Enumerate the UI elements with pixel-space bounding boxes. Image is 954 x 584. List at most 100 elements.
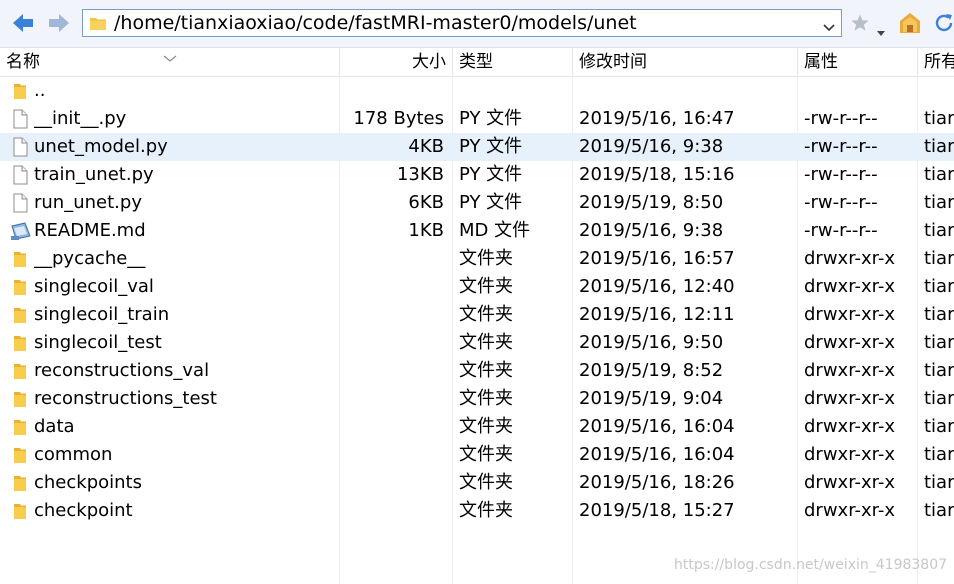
file-type: 文件夹 (459, 416, 513, 437)
column-type[interactable]: 类型 (453, 48, 573, 76)
file-list: 名称 大小 类型 修改时间 属性 所有 .. __init__.py 178 Byt… (0, 48, 954, 584)
file-owner: tiar (924, 472, 954, 493)
folder-icon (10, 249, 30, 269)
file-name: checkpoint (34, 500, 133, 521)
file-attributes: drwxr-xr-x (804, 500, 895, 521)
file-row[interactable]: __init__.py 178 Bytes PY 文件 2019/5/16, 16:4… (0, 105, 954, 133)
address-path[interactable]: /home/tianxiaoxiao/code/fastMRI-master0/… (114, 12, 637, 34)
caret-down-icon[interactable] (877, 21, 885, 36)
folder-icon (89, 14, 107, 32)
forward-arrow-icon[interactable] (46, 10, 72, 36)
folder-icon (10, 305, 30, 325)
file-size: 1KB (408, 220, 444, 241)
file-row[interactable]: train_unet.py 13KB PY 文件 2019/5/18, 15:16 -r… (0, 161, 954, 189)
file-attributes: drwxr-xr-x (804, 304, 895, 325)
file-row[interactable]: __pycache__ 文件夹 2019/5/16, 16:57 drwxr-xr-x… (0, 245, 954, 273)
file-type (459, 77, 572, 105)
file-row[interactable]: run_unet.py 6KB PY 文件 2019/5/19, 8:50 -rw-r-… (0, 189, 954, 217)
file-owner: tiar (924, 248, 954, 269)
home-icon[interactable] (898, 12, 922, 34)
file-attributes: drwxr-xr-x (804, 388, 895, 409)
file-row[interactable]: checkpoint 文件夹 2019/5/18, 15:27 drwxr-xr-x t… (0, 497, 954, 525)
file-type: 文件夹 (459, 276, 513, 297)
chevron-down-icon[interactable] (823, 18, 835, 32)
refresh-icon[interactable] (933, 12, 954, 34)
file-type: MD 文件 (459, 220, 531, 241)
file-modified: 2019/5/19, 9:04 (579, 388, 724, 409)
file-modified: 2019/5/16, 9:38 (579, 136, 724, 157)
file-attributes: drwxr-xr-x (804, 248, 895, 269)
file-row[interactable]: singlecoil_test 文件夹 2019/5/16, 9:50 drwxr-x… (0, 329, 954, 357)
file-attributes (804, 77, 916, 105)
file-owner (924, 77, 954, 105)
file-row[interactable]: unet_model.py 4KB PY 文件 2019/5/16, 9:38 -rw-… (0, 133, 954, 161)
file-size (340, 385, 446, 413)
file-modified: 2019/5/19, 8:52 (579, 360, 724, 381)
file-name: data (34, 416, 75, 437)
file-size (340, 301, 446, 329)
file-owner: tiar (924, 192, 954, 213)
file-attributes: -rw-r--r-- (804, 136, 878, 157)
file-attributes: -rw-r--r-- (804, 220, 878, 241)
folder-icon (10, 361, 30, 381)
file-name: reconstructions_test (34, 388, 217, 409)
file-owner: tiar (924, 276, 954, 297)
file-attributes: drwxr-xr-x (804, 360, 895, 381)
file-type: 文件夹 (459, 360, 513, 381)
parent-folder-icon (10, 81, 30, 101)
file-row[interactable]: singlecoil_val 文件夹 2019/5/16, 12:40 drwxr-x… (0, 273, 954, 301)
file-name: singlecoil_train (34, 304, 170, 325)
folder-icon (10, 333, 30, 353)
file-row[interactable]: checkpoints 文件夹 2019/5/16, 18:26 drwxr-xr-x… (0, 469, 954, 497)
file-modified: 2019/5/16, 18:26 (579, 472, 735, 493)
file-row[interactable]: reconstructions_test 文件夹 2019/5/19, 9:04 dr… (0, 385, 954, 413)
file-size (340, 77, 446, 105)
file-attributes: drwxr-xr-x (804, 472, 895, 493)
file-modified (579, 77, 796, 105)
file-name: checkpoints (34, 472, 142, 493)
file-owner: tiar (924, 164, 954, 185)
file-type: 文件夹 (459, 444, 513, 465)
file-row[interactable]: data 文件夹 2019/5/16, 16:04 drwxr-xr-x tiar (0, 413, 954, 441)
file-attributes: drwxr-xr-x (804, 416, 895, 437)
file-attributes: drwxr-xr-x (804, 444, 895, 465)
address-bar[interactable]: /home/tianxiaoxiao/code/fastMRI-master0/… (82, 9, 842, 37)
file-name: unet_model.py (34, 136, 168, 157)
file-modified: 2019/5/16, 16:04 (579, 444, 735, 465)
file-modified: 2019/5/16, 9:50 (579, 332, 724, 353)
file-size (340, 245, 446, 273)
star-icon[interactable] (850, 13, 870, 33)
parent-directory-row[interactable]: .. (0, 77, 954, 105)
file-row[interactable]: common 文件夹 2019/5/16, 16:04 drwxr-xr-x tiar (0, 441, 954, 469)
file-modified: 2019/5/16, 12:40 (579, 276, 735, 297)
file-size (340, 441, 446, 469)
file-name: run_unet.py (34, 192, 142, 213)
file-row[interactable]: README.md 1KB MD 文件 2019/5/16, 9:38 -rw-r--r… (0, 217, 954, 245)
file-icon (10, 109, 30, 129)
folder-icon (10, 501, 30, 521)
file-name: reconstructions_val (34, 360, 210, 381)
file-size (340, 413, 446, 441)
file-icon (10, 137, 30, 157)
file-icon (10, 165, 30, 185)
file-size (340, 357, 446, 385)
column-attributes[interactable]: 属性 (798, 48, 918, 76)
file-modified: 2019/5/16, 16:57 (579, 248, 735, 269)
file-attributes: drwxr-xr-x (804, 332, 895, 353)
sort-indicator-icon (163, 48, 177, 62)
folder-icon (10, 445, 30, 465)
file-size: 6KB (408, 192, 444, 213)
file-row[interactable]: reconstructions_val 文件夹 2019/5/19, 8:52 drw… (0, 357, 954, 385)
folder-icon (10, 277, 30, 297)
folder-icon (10, 417, 30, 437)
file-modified: 2019/5/18, 15:27 (579, 500, 735, 521)
file-row[interactable]: singlecoil_train 文件夹 2019/5/16, 12:11 drwxr… (0, 301, 954, 329)
column-owner[interactable]: 所有 (918, 48, 954, 76)
column-modified[interactable]: 修改时间 (573, 48, 798, 76)
column-size[interactable]: 大小 (340, 48, 453, 76)
file-owner: tiar (924, 220, 954, 241)
back-arrow-icon[interactable] (10, 10, 36, 36)
file-owner: tiar (924, 360, 954, 381)
file-size: 4KB (408, 136, 444, 157)
file-type: 文件夹 (459, 304, 513, 325)
